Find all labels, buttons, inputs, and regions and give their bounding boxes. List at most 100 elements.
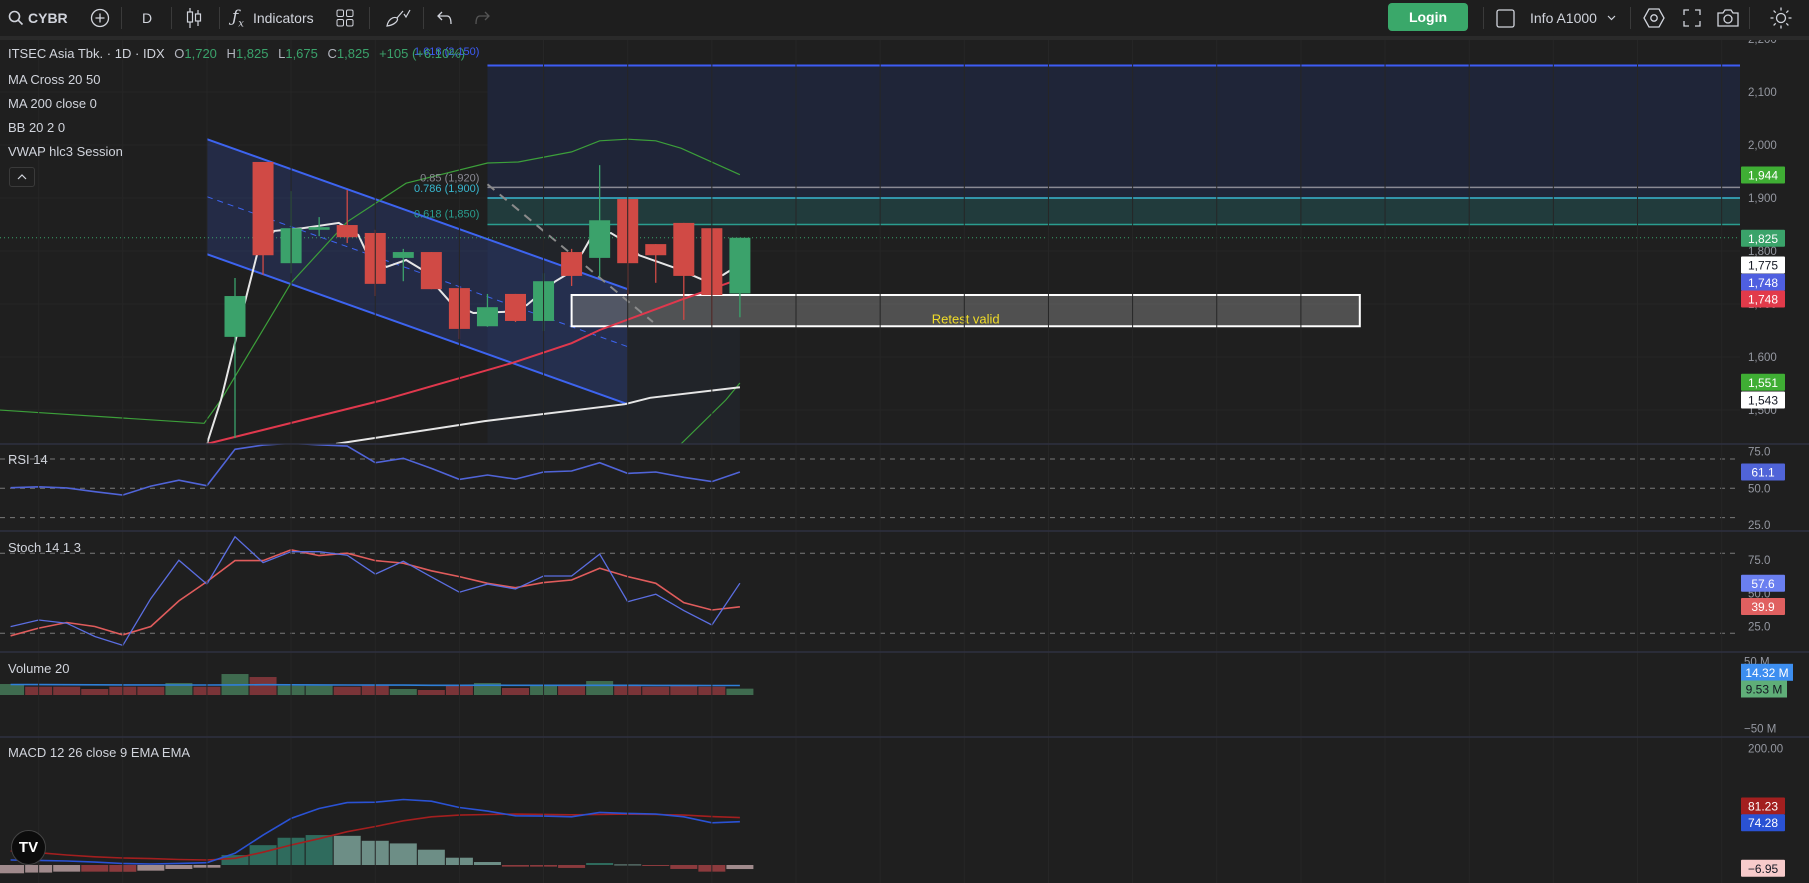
low-value: 1,675 (285, 46, 318, 61)
macd-histogram-bar (137, 865, 165, 871)
symbol-label: CYBR (28, 10, 68, 26)
rsi-pane (0, 444, 1740, 519)
stoch-k-value-label: 57.6 (1751, 577, 1775, 591)
price-scale-label: 1,825 (1748, 232, 1778, 246)
undo-icon (437, 11, 452, 25)
toolbar-divider (219, 7, 220, 29)
settings-button[interactable] (1643, 0, 1665, 36)
candles-icon (186, 8, 202, 28)
macd-histogram-bar (0, 865, 25, 874)
change-value: +105 (+6.10%) (379, 46, 466, 61)
indicator-label: MA 200 close 0 (8, 96, 97, 111)
indicator-legend-ma200[interactable]: MA 200 close 0 (8, 96, 97, 111)
symbol-legend: ITSEC Asia Tbk. · 1D · IDX O1,720 H1,825… (8, 46, 465, 61)
camera-icon (1717, 9, 1739, 27)
macd-histogram-bar (473, 862, 501, 865)
volume-bar (305, 685, 333, 695)
candle-body (645, 244, 667, 256)
indicators-button[interactable]: ƒx Indicators (232, 0, 314, 36)
candle-body (476, 307, 498, 327)
legend-exchange: IDX (142, 46, 165, 61)
candle-body (224, 296, 246, 337)
macd-value-label: −6.95 (1748, 862, 1779, 876)
login-label: Login (1408, 9, 1448, 25)
candle-body (420, 252, 442, 290)
legend-separator: · (106, 46, 112, 61)
volume-bar (389, 689, 417, 695)
macd-histogram-bar (165, 865, 193, 869)
rsi-axis-tick: 25.0 (1748, 520, 1770, 532)
price-scale-label: 1,775 (1748, 259, 1778, 273)
collapse-legend-button[interactable] (9, 167, 35, 187)
layout-button[interactable] (336, 0, 354, 36)
chevron-up-icon (17, 174, 27, 180)
volume-pane-label: Volume 20 (8, 661, 70, 676)
drawing-brush-icon (386, 9, 411, 27)
fib-zone-golden (487, 198, 1740, 225)
close-value: 1,825 (336, 46, 370, 61)
price-axis-tick: 1,900 (1748, 193, 1777, 205)
toolbar-divider (423, 7, 424, 29)
redo-icon (475, 11, 490, 25)
candle-body (392, 252, 414, 258)
indicators-label: Indicators (252, 10, 314, 26)
candle-body (589, 220, 611, 258)
drawing-tools-button[interactable] (385, 0, 411, 36)
interval-button[interactable]: D (142, 0, 152, 36)
stoch-pane (0, 535, 1740, 647)
volume-bar (0, 684, 25, 695)
indicator-label: MA Cross 20 50 (8, 72, 101, 87)
macd-value-label: 81.23 (1748, 800, 1778, 814)
macd-histogram-bar (81, 865, 109, 872)
chevron-down-icon (1607, 15, 1616, 21)
theme-toggle-button[interactable] (1770, 0, 1792, 36)
theme-sun-icon (1770, 7, 1792, 29)
toolbar-divider (1483, 7, 1484, 29)
volume-bar (53, 686, 81, 695)
price-scale-label: 1,748 (1748, 293, 1778, 307)
settings-hexagon-icon (1643, 8, 1665, 28)
symbol-search-button[interactable]: CYBR (8, 0, 68, 36)
volume-bar (670, 685, 698, 695)
macd-value-label: 74.28 (1748, 816, 1778, 830)
tradingview-logo[interactable]: TV (11, 830, 46, 865)
stoch-axis-tick: 25.0 (1748, 622, 1770, 634)
indicator-legend-ma-cross[interactable]: MA Cross 20 50 (8, 72, 101, 87)
macd-axis-tick: 200.00 (1748, 743, 1783, 755)
macd-histogram-bar (642, 865, 670, 866)
vol-pane (0, 674, 754, 695)
toggle-checkbox[interactable] (1496, 0, 1515, 36)
symbol-name: ITSEC Asia Tbk. (8, 46, 104, 61)
price-axis-tick: 1,800 (1748, 246, 1777, 258)
rsi-axis-tick: 50.0 (1748, 483, 1770, 495)
macd-histogram-bar (586, 863, 614, 865)
candle-body (505, 293, 526, 321)
rsi-axis-tick: 75.0 (1748, 447, 1770, 459)
chart-type-button[interactable] (185, 0, 203, 36)
login-button[interactable]: Login (1388, 3, 1468, 31)
chart-canvas[interactable]: Retest valid1.618 (2,150)0.85 (1,920)0.7… (0, 0, 1809, 883)
high-value: 1,825 (235, 46, 269, 61)
account-menu-button[interactable]: Info A1000 (1530, 0, 1616, 36)
undo-button[interactable] (437, 0, 453, 36)
indicator-legend-vwap[interactable]: VWAP hlc3 Session (8, 144, 123, 159)
redo-button[interactable] (474, 0, 490, 36)
candle (224, 278, 246, 439)
screenshot-button[interactable] (1717, 0, 1739, 36)
high-label: H (226, 46, 236, 61)
add-symbol-button[interactable] (90, 0, 110, 36)
candle-body (336, 225, 358, 238)
open-value: 1,720 (184, 46, 217, 61)
macd-histogram-bar (670, 865, 698, 869)
price-axis-tick: 2,000 (1748, 140, 1777, 152)
volume-bar (726, 688, 754, 695)
candle-body (673, 222, 695, 276)
stoch-axis-tick: 75.0 (1748, 555, 1770, 567)
volume-bar (558, 685, 586, 695)
fib-level-label: 0.786 (1,900) (414, 183, 479, 195)
indicator-legend-bb[interactable]: BB 20 2 0 (8, 120, 65, 135)
toolbar-divider (171, 7, 172, 29)
price-axis-tick: 2,100 (1748, 87, 1777, 99)
macd-histogram-bar (389, 843, 417, 865)
fullscreen-button[interactable] (1683, 0, 1701, 36)
